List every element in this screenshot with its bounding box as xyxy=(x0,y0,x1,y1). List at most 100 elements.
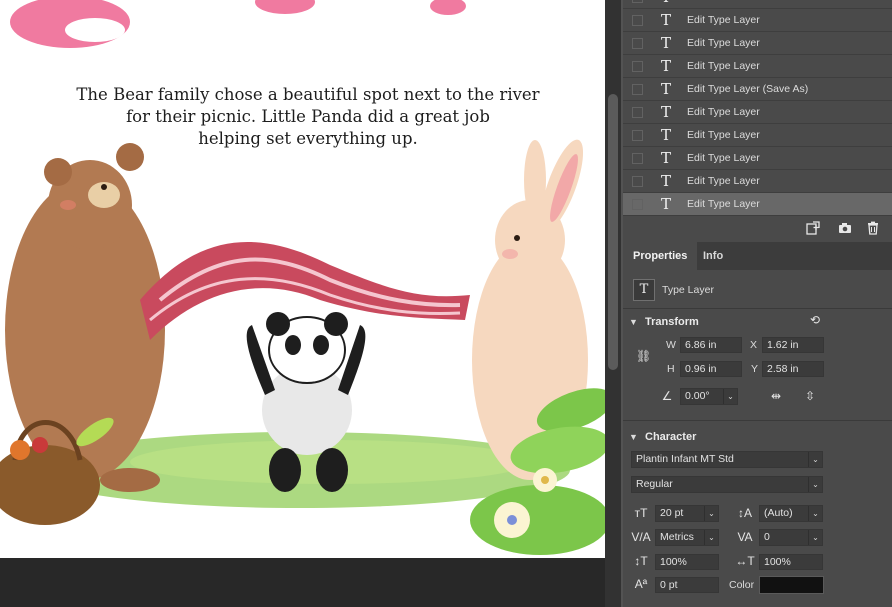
type-tool-icon: T xyxy=(660,148,671,167)
width-field[interactable]: 6.86 in xyxy=(680,337,742,353)
horizontal-scale-icon: ↔T xyxy=(735,554,755,568)
font-size-value: 20 pt xyxy=(660,507,684,519)
type-tool-icon: T xyxy=(660,79,671,98)
vertical-scale-icon: ↕T xyxy=(634,554,648,568)
leading-icon: ↕A xyxy=(737,506,752,520)
tab-info[interactable]: Info xyxy=(693,242,733,270)
height-label: H xyxy=(667,363,675,375)
type-tool-icon: T xyxy=(660,102,671,121)
horizontal-scale-field[interactable]: 100% xyxy=(759,554,823,570)
type-tool-icon: T xyxy=(660,125,671,144)
chevron-down-icon: ⌄ xyxy=(808,477,822,492)
flip-horizontal-icon[interactable]: ⇹ xyxy=(767,388,785,404)
color-label: Color xyxy=(729,579,755,591)
chevron-down-icon: ⌄ xyxy=(808,506,822,521)
history-item-label: Edit Type Layer xyxy=(687,175,760,187)
history-checkbox[interactable] xyxy=(632,60,643,72)
baseline-shift-field[interactable]: 0 pt xyxy=(655,577,719,593)
baseline-shift-icon: Aª xyxy=(634,577,648,591)
chevron-down-icon: ▼ xyxy=(629,432,638,442)
history-checkbox[interactable] xyxy=(632,37,643,49)
width-label: W xyxy=(666,339,676,351)
font-style-dropdown[interactable]: Regular ⌄ xyxy=(631,476,823,493)
story-text[interactable]: The Bear family chose a beautiful spot n… xyxy=(60,84,556,150)
history-item[interactable]: T Edit Type Layer xyxy=(623,55,892,78)
leading-dropdown[interactable]: (Auto) ⌄ xyxy=(759,505,823,522)
history-checkbox[interactable] xyxy=(632,14,643,26)
history-item[interactable]: T Edit Type Layer (Save As) xyxy=(623,78,892,101)
new-document-from-state-icon[interactable] xyxy=(806,221,820,235)
font-family-value: Plantin Infant MT Std xyxy=(636,453,734,465)
history-item-label: Edit Type Layer xyxy=(687,152,760,164)
divider xyxy=(623,420,892,421)
chevron-down-icon: ▼ xyxy=(629,317,638,327)
font-size-dropdown[interactable]: 20 pt ⌄ xyxy=(655,505,719,522)
history-checkbox[interactable] xyxy=(632,0,643,3)
character-section-header[interactable]: ▼ Character xyxy=(629,429,696,445)
photoshop-window: The Bear family chose a beautiful spot n… xyxy=(0,0,892,607)
history-toolbar xyxy=(623,216,892,240)
history-checkbox[interactable] xyxy=(632,106,643,118)
text-color-swatch[interactable] xyxy=(759,576,824,594)
reset-transform-icon[interactable]: ⟲ xyxy=(807,312,823,328)
transform-title: Transform xyxy=(645,316,699,328)
panel-body: T T Edit Type Layer T Edit Type Layer T … xyxy=(623,0,892,607)
artboard[interactable]: The Bear family chose a beautiful spot n… xyxy=(0,0,605,558)
layer-kind-row: T Type Layer xyxy=(633,279,714,301)
tracking-dropdown[interactable]: 0 ⌄ xyxy=(759,529,823,546)
type-layer-icon: T xyxy=(633,279,655,301)
tracking-value: 0 xyxy=(764,531,770,543)
properties-tabs: Properties Info xyxy=(623,242,892,270)
history-item-label: Edit Type Layer xyxy=(687,106,760,118)
history-panel: T T Edit Type Layer T Edit Type Layer T … xyxy=(623,0,892,216)
scrollbar-thumb[interactable] xyxy=(608,94,618,370)
y-label: Y xyxy=(751,363,759,375)
history-item-selected[interactable]: T Edit Type Layer xyxy=(623,193,892,216)
history-checkbox[interactable] xyxy=(632,175,643,187)
history-checkbox[interactable] xyxy=(632,198,643,210)
font-size-icon: ᴛT xyxy=(634,506,648,520)
history-checkbox[interactable] xyxy=(632,129,643,141)
angle-dropdown[interactable]: 0.00° ⌄ xyxy=(680,388,738,405)
height-field[interactable]: 0.96 in xyxy=(680,361,742,377)
history-item[interactable]: T Edit Type Layer xyxy=(623,170,892,193)
layer-kind-label: Type Layer xyxy=(662,284,714,296)
history-item-partial[interactable]: T xyxy=(623,0,892,9)
flip-vertical-icon[interactable]: ⇳ xyxy=(801,388,819,404)
history-checkbox[interactable] xyxy=(632,152,643,164)
chevron-down-icon: ⌄ xyxy=(808,530,822,545)
history-item-label: Edit Type Layer xyxy=(687,14,760,26)
history-checkbox[interactable] xyxy=(632,83,643,95)
chevron-down-icon: ⌄ xyxy=(723,389,737,404)
transform-section-header[interactable]: ▼ Transform xyxy=(629,314,699,330)
history-item[interactable]: T Edit Type Layer xyxy=(623,101,892,124)
canvas-vertical-scrollbar[interactable] xyxy=(605,0,621,607)
x-label: X xyxy=(750,339,758,351)
trash-icon[interactable] xyxy=(866,221,880,235)
history-item[interactable]: T Edit Type Layer xyxy=(623,124,892,147)
type-tool-icon: T xyxy=(660,10,671,29)
type-tool-icon: T xyxy=(660,171,671,190)
chevron-down-icon: ⌄ xyxy=(808,452,822,467)
leading-value: (Auto) xyxy=(764,507,793,519)
history-item[interactable]: T Edit Type Layer xyxy=(623,32,892,55)
kerning-dropdown[interactable]: Metrics ⌄ xyxy=(655,529,719,546)
camera-icon[interactable] xyxy=(838,221,852,235)
history-item-label: Edit Type Layer xyxy=(687,129,760,141)
y-field[interactable]: 2.58 in xyxy=(762,361,824,377)
kerning-value: Metrics xyxy=(660,531,694,543)
vertical-scale-field[interactable]: 100% xyxy=(655,554,719,570)
history-item-label: Edit Type Layer (Save As) xyxy=(687,83,809,95)
angle-icon: ∠ xyxy=(661,389,673,403)
link-icon[interactable]: ⛓ xyxy=(636,348,651,364)
history-item[interactable]: T Edit Type Layer xyxy=(623,9,892,32)
type-tool-icon: T xyxy=(660,33,671,52)
font-family-dropdown[interactable]: Plantin Infant MT Std ⌄ xyxy=(631,451,823,468)
history-item[interactable]: T Edit Type Layer xyxy=(623,147,892,170)
x-field[interactable]: 1.62 in xyxy=(762,337,824,353)
properties-panel: T Type Layer ▼ Transform ⟲ W 6.86 in X 1… xyxy=(623,270,892,607)
tab-properties[interactable]: Properties xyxy=(623,242,698,270)
document-canvas-area[interactable]: The Bear family chose a beautiful spot n… xyxy=(0,0,605,607)
kerning-icon: V/A xyxy=(631,530,651,544)
history-item-label: Edit Type Layer xyxy=(687,198,760,210)
